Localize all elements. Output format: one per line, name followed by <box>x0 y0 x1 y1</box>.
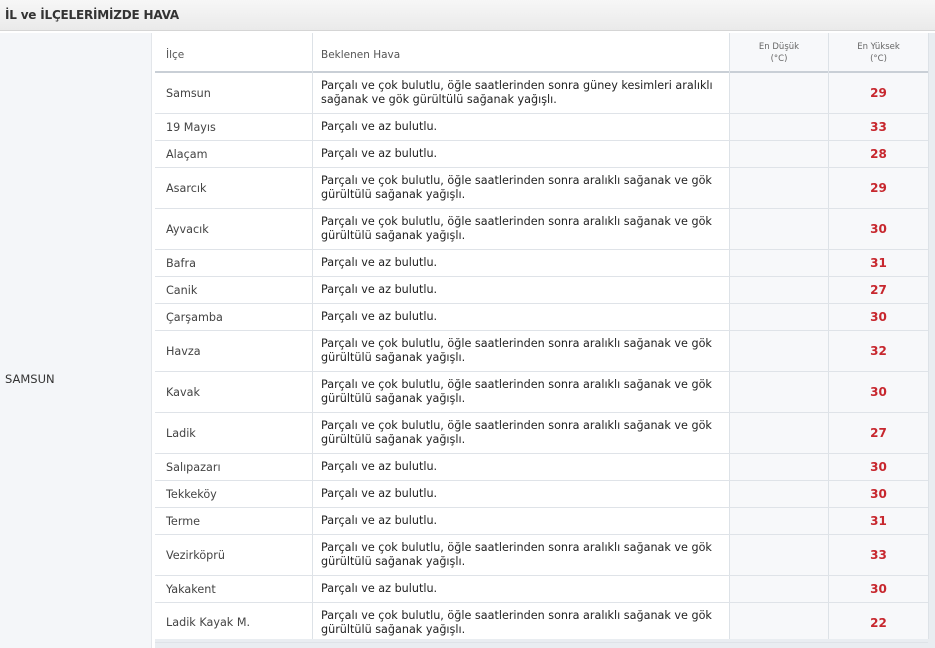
district-name: Kavak <box>166 385 200 399</box>
max-temp: 31 <box>870 514 887 528</box>
forecast-text: Parçalı ve çok bulutlu, öğle saatlerinde… <box>321 541 712 568</box>
forecast-text: Parçalı ve çok bulutlu, öğle saatlerinde… <box>321 174 712 201</box>
forecast-text: Parçalı ve çok bulutlu, öğle saatlerinde… <box>321 215 712 242</box>
forecast-text: Parçalı ve çok bulutlu, öğle saatlerinde… <box>321 419 712 446</box>
forecast-text: Parçalı ve az bulutlu. <box>321 310 438 323</box>
district-name: 19 Mayıs <box>166 120 216 134</box>
forecast-text: Parçalı ve az bulutlu. <box>321 487 438 500</box>
table-row: Alaçam Parçalı ve az bulutlu. 28 <box>155 141 928 168</box>
column-header-hava: Beklenen Hava <box>313 33 729 73</box>
min-temp <box>730 603 828 642</box>
max-temp: 27 <box>870 283 887 297</box>
max-temp: 29 <box>870 86 887 100</box>
district-name: Vezirköprü <box>166 548 225 562</box>
max-temp: 30 <box>870 385 887 399</box>
min-temp <box>730 250 828 276</box>
table-row: Yakakent Parçalı ve az bulutlu. 30 <box>155 576 928 603</box>
min-temp <box>730 114 828 140</box>
table-row: Ladik Parçalı ve çok bulutlu, öğle saatle… <box>155 413 928 454</box>
forecast-text: Parçalı ve çok bulutlu, öğle saatlerinde… <box>321 337 712 364</box>
max-temp: 30 <box>870 310 887 324</box>
province-cell: SAMSUN <box>0 33 152 648</box>
max-temp: 27 <box>870 426 887 440</box>
max-temp: 30 <box>870 582 887 596</box>
min-temp <box>730 73 828 113</box>
district-name: Yakakent <box>166 582 216 596</box>
min-temp <box>730 508 828 534</box>
min-temp <box>730 372 828 412</box>
min-temp <box>730 481 828 507</box>
district-name: Canik <box>166 283 198 297</box>
column-header-max-unit: (°C) <box>870 54 887 64</box>
table-row: Çarşamba Parçalı ve az bulutlu. 30 <box>155 304 928 331</box>
max-temp: 33 <box>870 548 887 562</box>
district-name: Ayvacık <box>166 222 209 236</box>
district-name: Asarcık <box>166 181 207 195</box>
table-row: Kavak Parçalı ve çok bulutlu, öğle saatle… <box>155 372 928 413</box>
max-temp: 31 <box>870 256 887 270</box>
min-temp <box>730 141 828 167</box>
table-row: Ladik Kayak M. Parçalı ve çok bulutlu, öğ… <box>155 603 928 643</box>
min-temp <box>730 454 828 480</box>
max-temp: 32 <box>870 344 887 358</box>
column-header-min-label: En Düşük <box>758 42 800 52</box>
forecast-text: Parçalı ve çok bulutlu, öğle saatlerinde… <box>321 79 713 106</box>
column-header-min: En Düşük (°C) <box>730 33 828 73</box>
forecast-text: Parçalı ve az bulutlu. <box>321 582 438 595</box>
district-name: Tekkeköy <box>166 487 217 501</box>
forecast-text: Parçalı ve az bulutlu. <box>321 283 438 296</box>
forecast-text: Parçalı ve çok bulutlu, öğle saatlerinde… <box>321 378 712 405</box>
min-temp <box>730 277 828 303</box>
forecast-text: Parçalı ve çok bulutlu, öğle saatlerinde… <box>321 608 712 636</box>
forecast-text: Parçalı ve az bulutlu. <box>321 514 438 527</box>
max-temp: 30 <box>870 460 887 474</box>
min-temp <box>730 576 828 602</box>
district-name: Salıpazarı <box>166 460 221 474</box>
max-temp: 29 <box>870 181 887 195</box>
section-title: İL ve İLÇELERİMİZDE HAVA <box>5 8 180 22</box>
section-header: İL ve İLÇELERİMİZDE HAVA <box>0 0 935 31</box>
column-header-max: En Yüksek (°C) <box>829 33 928 73</box>
max-temp: 30 <box>870 487 887 501</box>
forecast-text: Parçalı ve az bulutlu. <box>321 460 438 473</box>
table-row: Samsun Parçalı ve çok bulutlu, öğle saatl… <box>155 73 928 114</box>
province-name: SAMSUN <box>5 372 55 386</box>
table-row: Tekkeköy Parçalı ve az bulutlu. 30 <box>155 481 928 508</box>
district-name: Samsun <box>166 86 211 100</box>
table-row: Canik Parçalı ve az bulutlu. 27 <box>155 277 928 304</box>
district-name: Terme <box>166 514 200 528</box>
min-temp <box>730 304 828 330</box>
max-temp: 33 <box>870 120 887 134</box>
max-temp: 30 <box>870 222 887 236</box>
district-name: Çarşamba <box>166 310 223 324</box>
table-row: Bafra Parçalı ve az bulutlu. 31 <box>155 250 928 277</box>
column-header-max-label: En Yüksek <box>857 42 900 52</box>
max-temp: 28 <box>870 147 887 161</box>
district-name: Ladik <box>166 426 196 440</box>
forecast-text: Parçalı ve az bulutlu. <box>321 120 438 133</box>
max-temp: 22 <box>870 615 887 630</box>
district-name: Havza <box>166 344 201 358</box>
table-row: Salıpazarı Parçalı ve az bulutlu. 30 <box>155 454 928 481</box>
min-temp <box>730 168 828 208</box>
table-row: Ayvacık Parçalı ve çok bulutlu, öğle saat… <box>155 209 928 250</box>
table-row: Vezirköprü Parçalı ve çok bulutlu, öğle s… <box>155 535 928 576</box>
column-header-min-unit: (°C) <box>770 54 788 64</box>
forecast-text: Parçalı ve az bulutlu. <box>321 147 438 160</box>
table-row: Asarcık Parçalı ve çok bulutlu, öğle saat… <box>155 168 928 209</box>
column-header-ilce: İlçe <box>155 33 312 73</box>
forecast-table: İlçe Beklenen Hava En Düşük (°C) En Yüks… <box>155 33 935 648</box>
forecast-text: Parçalı ve az bulutlu. <box>321 256 438 269</box>
min-temp <box>730 535 828 575</box>
table-row: Havza Parçalı ve çok bulutlu, öğle saatle… <box>155 331 928 372</box>
table-row: Terme Parçalı ve az bulutlu. 31 <box>155 508 928 535</box>
district-name: Bafra <box>166 256 196 270</box>
table-row: 19 Mayıs Parçalı ve az bulutlu. 33 <box>155 114 928 141</box>
min-temp <box>730 413 828 453</box>
district-name: Ladik Kayak M. <box>166 616 251 629</box>
district-name: Alaçam <box>166 147 208 161</box>
min-temp <box>730 331 828 371</box>
min-temp <box>730 209 828 249</box>
